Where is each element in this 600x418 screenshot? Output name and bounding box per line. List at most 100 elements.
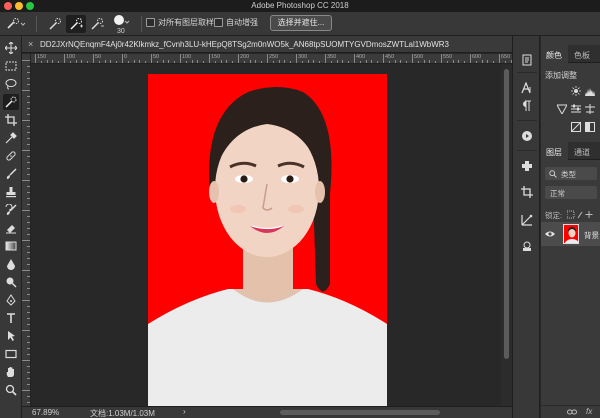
status-menu-arrow[interactable]: › (183, 407, 186, 416)
lock-label: 锁定: (545, 211, 563, 220)
navigator-panel-button[interactable] (519, 158, 535, 174)
tab-color[interactable]: 颜色 (546, 50, 562, 61)
ruler-tick (27, 246, 30, 247)
ruler-major-tick (296, 54, 297, 63)
vertical-scroll-thumb[interactable] (504, 69, 509, 359)
ruler-label: 350 (327, 54, 337, 60)
libraries-panel-button[interactable] (519, 212, 535, 228)
sample-all-layers-checkbox[interactable] (146, 18, 155, 27)
vertical-ruler (22, 54, 31, 406)
quick-selection-icon (5, 96, 17, 108)
tool-pen[interactable] (3, 292, 19, 308)
document-image[interactable] (148, 74, 387, 406)
3d-panel-button[interactable] (519, 238, 535, 254)
options-bar: 对所有图层取样 自动增强 选择并遮住... (0, 12, 600, 36)
pen-icon (6, 294, 16, 306)
ruler-major-tick (64, 54, 65, 63)
hue-saturation-adjustment-icon[interactable] (570, 104, 582, 114)
select-and-mask-button[interactable]: 选择并遮住... (270, 15, 332, 31)
blend-mode-select[interactable]: 正常 (545, 186, 597, 199)
ruler-minor-tick (272, 61, 274, 63)
ruler-label: 150 (37, 54, 47, 60)
ruler-tick (22, 150, 30, 151)
actions-panel-button[interactable] (519, 128, 535, 144)
ruler-tick (27, 234, 30, 235)
ruler-major-tick (325, 54, 326, 63)
ruler-major-tick (470, 54, 471, 63)
ruler-tick (27, 114, 30, 115)
character-icon (521, 82, 531, 94)
ruler-minor-tick (162, 60, 164, 63)
tool-clone-stamp[interactable] (3, 184, 19, 200)
ruler-label: 600 (472, 54, 482, 60)
ruler-tick (22, 300, 30, 301)
layer-kind-filter[interactable]: 类型 (545, 167, 597, 180)
link-layers-icon[interactable] (567, 408, 577, 416)
subtract-from-selection-button[interactable] (88, 15, 106, 33)
ruler-tick (22, 330, 30, 331)
tool-gradient[interactable] (3, 238, 19, 254)
tab-channels[interactable]: 通道 (574, 147, 590, 158)
tool-path-selection[interactable] (3, 328, 19, 344)
ruler-tick (27, 198, 30, 199)
fx-icon[interactable]: fx (586, 407, 592, 416)
brightness-adjustment-icon[interactable] (570, 86, 582, 96)
ruler-tick (27, 366, 30, 367)
tool-eraser[interactable] (3, 220, 19, 236)
tool-type[interactable] (3, 310, 19, 326)
vibrance-adjustment-icon[interactable] (556, 104, 568, 114)
tool-brush[interactable] (3, 166, 19, 182)
tool-dodge[interactable] (3, 274, 19, 290)
tool-crop[interactable] (3, 112, 19, 128)
levels-adjustment-icon[interactable] (584, 86, 596, 96)
character-panel-button[interactable] (519, 80, 535, 96)
ruler-minor-tick (394, 60, 396, 63)
ruler-tick (22, 360, 30, 361)
tool-hand[interactable] (3, 364, 19, 380)
tool-blur[interactable] (3, 256, 19, 272)
tool-move[interactable] (3, 40, 19, 56)
zoom-level[interactable]: 67.89% (32, 408, 59, 417)
tool-quick-selection[interactable] (3, 94, 19, 110)
tool-healing-brush[interactable] (3, 148, 19, 164)
vertical-scrollbar[interactable] (501, 65, 512, 406)
layer-row-background[interactable]: 背景 (541, 222, 600, 246)
tab-swatches[interactable]: 色板 (574, 50, 590, 61)
tool-rectangle[interactable] (3, 346, 19, 362)
ruler-minor-tick (377, 61, 379, 63)
visibility-eye-icon[interactable] (545, 230, 555, 238)
ruler-minor-tick (87, 61, 89, 63)
tool-history-brush[interactable] (3, 202, 19, 218)
document-tab[interactable]: × DD2JXrNQEnqmF4Aj0r42Klkmkz_fCvnh3LU-kH… (22, 36, 512, 53)
history-panel-button[interactable] (519, 52, 535, 68)
color-balance-adjustment-icon[interactable] (584, 104, 596, 114)
ruler-tick (27, 132, 30, 133)
photo-filter-adjustment-icon[interactable] (570, 122, 582, 132)
ruler-minor-tick (365, 60, 367, 63)
ruler-minor-tick (197, 60, 199, 63)
tool-preset-picker[interactable] (5, 15, 27, 33)
properties-panel-button[interactable] (519, 184, 535, 200)
close-tab-icon[interactable]: × (28, 39, 33, 49)
gradient-map-adjustment-icon[interactable] (584, 122, 596, 132)
ruler-minor-tick (220, 60, 222, 63)
tool-lasso[interactable] (3, 76, 19, 92)
layers-channels-tabs: 图层 通道 (541, 142, 600, 160)
new-selection-icon (49, 18, 61, 30)
ruler-major-tick (151, 54, 152, 63)
healing-brush-icon (6, 151, 16, 161)
add-to-selection-button[interactable] (66, 15, 86, 33)
tool-zoom[interactable] (3, 382, 19, 398)
ruler-major-tick (35, 54, 36, 63)
tool-marquee[interactable] (3, 58, 19, 74)
tool-eyedropper[interactable] (3, 130, 19, 146)
paragraph-panel-button[interactable] (519, 98, 535, 114)
lock-options-icons[interactable] (567, 210, 597, 219)
horizontal-scroll-thumb[interactable] (280, 410, 440, 415)
auto-enhance-checkbox[interactable] (214, 18, 223, 27)
ruler-tick (27, 312, 30, 313)
new-selection-button[interactable] (46, 15, 64, 33)
libraries-icon (521, 214, 533, 226)
canvas-area[interactable] (31, 65, 501, 406)
tab-layers[interactable]: 图层 (546, 147, 562, 158)
